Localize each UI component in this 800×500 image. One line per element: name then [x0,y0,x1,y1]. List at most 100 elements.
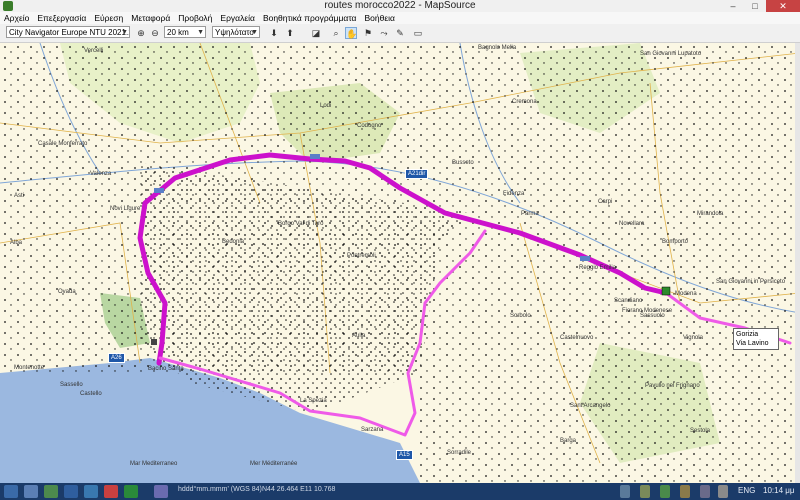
map-label: Sant'Arcangelo [570,403,611,409]
close-button[interactable]: ✕ [766,0,800,12]
taskbar-app-icon[interactable] [104,485,118,498]
taskbar-app-icon[interactable] [64,485,78,498]
window-title: routes morocco2022 - MapSource [324,0,476,11]
track-tool-icon[interactable]: ✎ [394,27,406,39]
map-label: Borgo Val di Taro [278,221,324,227]
map-label: Sorradile [447,450,472,456]
tooltip-line: Gorizia [736,331,759,338]
menu-bar: Αρχείο Επεξεργασία Εύρεση Μεταφορά Προβο… [0,12,800,24]
map-label: Busseto [452,160,474,166]
minimize-button[interactable]: – [722,0,744,12]
distance-tool-icon[interactable]: ▭ [412,27,424,39]
map-label: Fidenza [503,191,525,197]
taskbar-app-icon[interactable] [124,485,138,498]
taskbar-app-icon[interactable] [24,485,38,498]
map-label: Novellara [619,221,645,227]
map-view[interactable]: Bagnolo Mella San Giovanni Lupatoto San … [0,43,800,483]
map-canvas[interactable] [0,43,800,483]
map-label: Cremona [512,99,537,105]
map-label: Sorbolo [510,313,531,319]
map-tooltip: Gorizia Via Lavino [733,328,779,350]
window-controls: – □ ✕ [722,0,800,12]
map-label: Fiorano Modenese [622,308,673,314]
menu-file[interactable]: Αρχείο [0,12,33,24]
map-label: San Giovanni Lupatoto [640,51,702,57]
menu-tools[interactable]: Εργαλεία [216,12,259,24]
map-label: Parma [521,211,539,217]
map-label: Sestola [690,428,711,434]
map-label: Pontremoli [347,253,376,259]
status-coordinates: N44 26.464 E11 10.768 [262,486,336,493]
zoom-out-icon[interactable]: ⊖ [149,27,161,39]
map-product-value: City Navigator Europe NTU 2021.1 [9,28,130,37]
map-label: Castello [80,391,102,397]
zoom-tool-icon[interactable]: ⌕ [330,27,342,39]
map-label: Mirandola [697,211,724,217]
clock[interactable]: 10:14 μμ [763,486,794,495]
map-label: Alba [10,240,23,246]
tray-icon[interactable] [640,485,650,498]
map-label: Mer Méditerranée [250,461,298,467]
waypoint-tool-icon[interactable]: ⚑ [362,27,374,39]
map-label: Vignola [683,335,703,341]
tray-icon[interactable] [620,485,630,498]
map-label: Sassello [60,382,83,388]
zoom-level-value: 20 km [167,28,189,37]
map-label: Vercelli [84,48,104,54]
tray-icon[interactable] [700,485,710,498]
toolbar: City Navigator Europe NTU 2021.1 ▼ ⊕ ⊖ 2… [0,24,800,43]
map-label: La Spezia [300,398,327,404]
map-label: Aulla [352,333,366,339]
map-label: Reggio Emilia [579,265,617,271]
chevron-down-icon: ▼ [251,29,258,36]
start-icon[interactable] [4,485,18,498]
menu-find[interactable]: Εύρεση [90,12,127,24]
map-label: Carpi [598,199,613,205]
map-label: Valenza [90,171,112,177]
route-tool-icon[interactable]: ⤳ [378,27,390,39]
menu-utilities[interactable]: Βοηθητικά προγράμματα [259,12,361,24]
taskbar: hddd°mm.mmm' (WGS 84) N44 26.464 E11 10.… [0,483,800,500]
taskbar-app-icon[interactable] [44,485,58,498]
language-indicator[interactable]: ENG [738,486,755,495]
menu-help[interactable]: Βοήθεια [360,12,398,24]
road-shield: A26 [108,353,125,363]
map-scrollbar[interactable] [795,43,800,483]
map-label: Codogno [357,123,382,129]
road-shield: A15 [396,450,413,460]
menu-transfer[interactable]: Μεταφορά [127,12,174,24]
taskbar-app-icon[interactable] [154,485,168,498]
map-label: Ovada [58,289,76,295]
tooltip-line: Via Lavino [736,340,769,347]
detail-select[interactable]: Υψηλότατο ▼ [212,26,260,38]
map-label: Casale Monferrato [38,141,88,147]
maximize-button[interactable]: □ [744,0,766,12]
map-label: Bagnolo Mella [478,45,517,51]
chevron-down-icon: ▼ [121,29,128,36]
road-shield: A21dir [405,169,429,179]
map-label: Castelnuovo [560,335,594,341]
map-label: Novi Ligure [110,206,141,212]
map-label: Barga [560,438,577,444]
zoom-level-select[interactable]: 20 km ▼ [164,26,206,38]
map-label: Bedonia [222,239,245,245]
taskbar-app-icon[interactable] [84,485,98,498]
send-to-device-icon[interactable]: ⬆ [284,27,296,39]
tray-icon[interactable] [660,485,670,498]
hand-tool-icon[interactable]: ✋ [345,27,357,39]
tray-icon[interactable] [680,485,690,498]
status-units: hddd°mm.mmm' (WGS 84) [178,486,262,493]
volume-icon[interactable] [718,485,728,498]
chevron-down-icon: ▼ [197,29,204,36]
menu-view[interactable]: Προβολή [174,12,216,24]
zoom-in-icon[interactable]: ⊕ [135,27,147,39]
map-label: Montenotte [14,365,45,371]
map-label: Lodi [320,103,332,109]
receive-from-device-icon[interactable]: ⬇ [268,27,280,39]
map-tool-icon[interactable]: ◪ [310,27,322,39]
map-product-select[interactable]: City Navigator Europe NTU 2021.1 ▼ [6,26,130,38]
map-label: Pavullo nel Frignano [645,383,700,389]
map-label: Modena [675,291,697,297]
map-label: Bomporto [662,239,689,245]
menu-edit[interactable]: Επεξεργασία [33,12,90,24]
